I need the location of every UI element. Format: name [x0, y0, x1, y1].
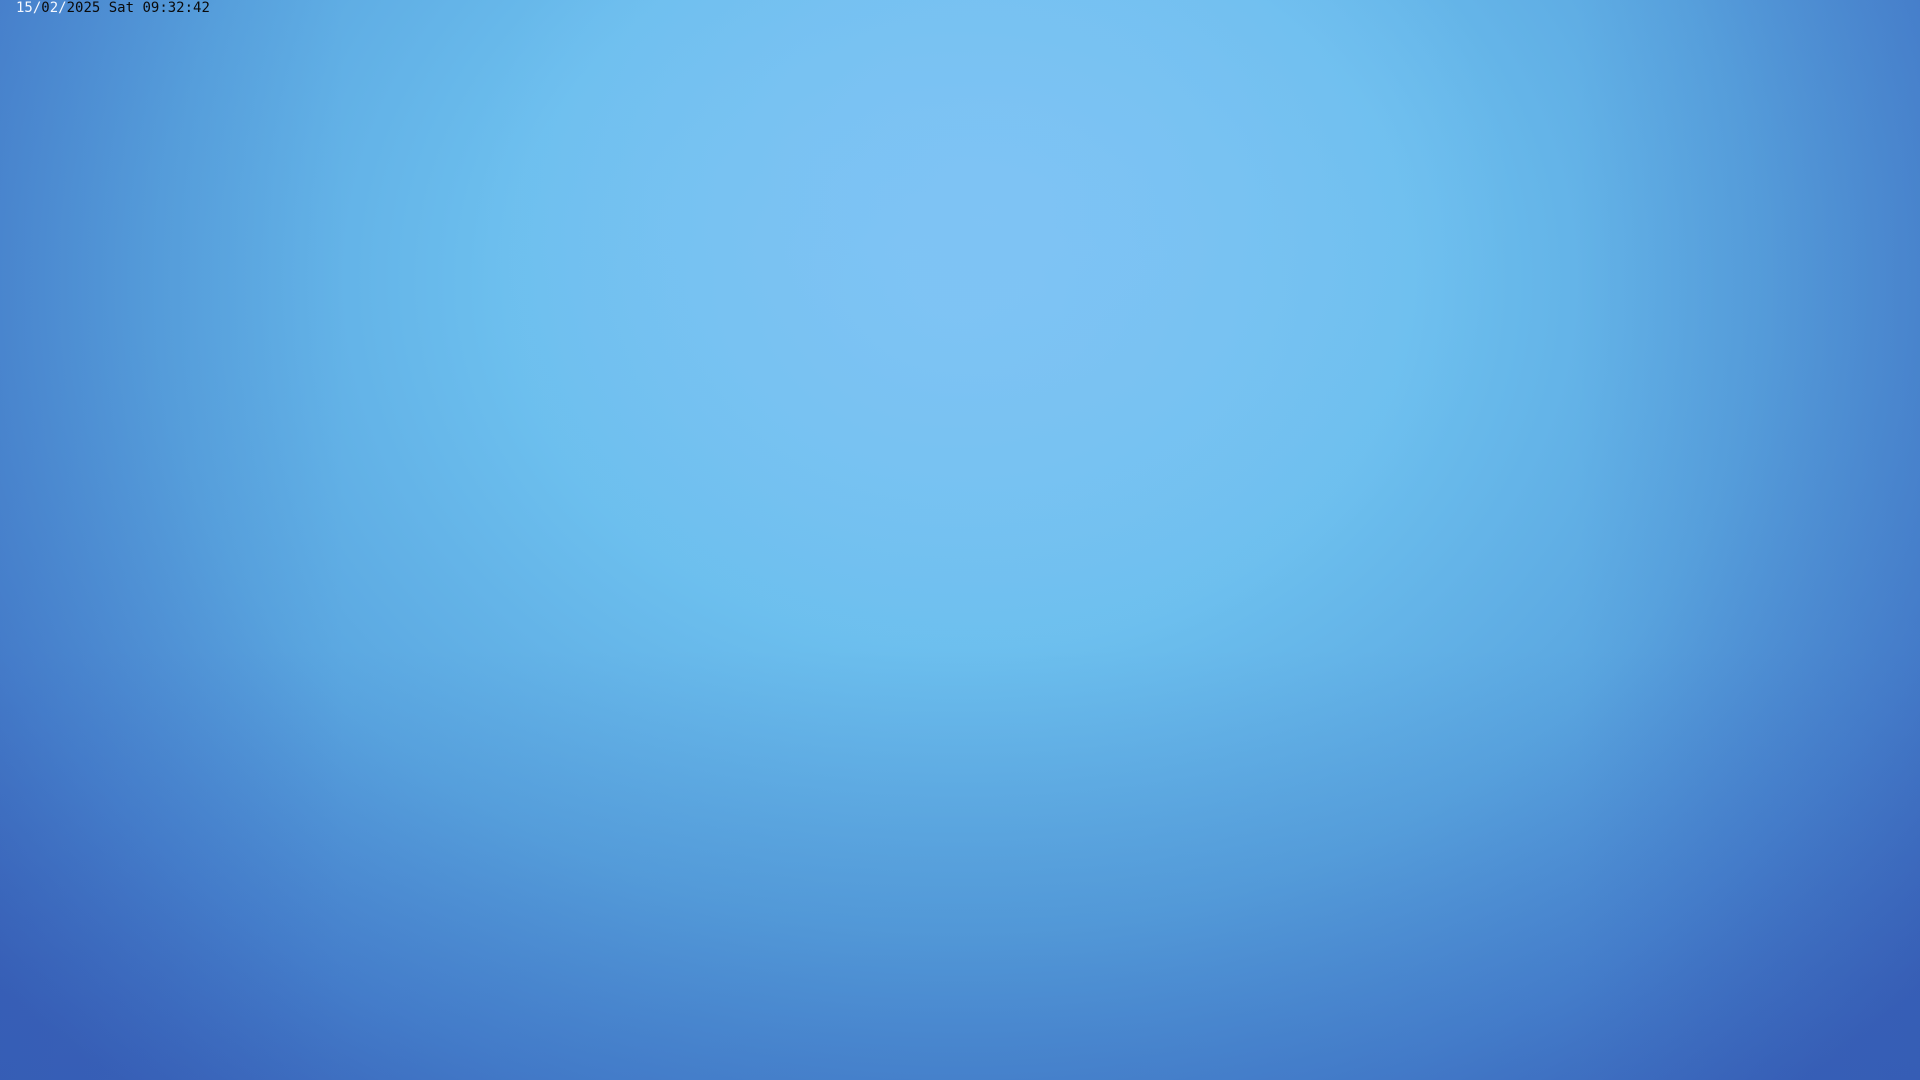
timestamp-day: 15 — [16, 0, 33, 16]
timestamp-year-day-time: 2025 Sat 09:32:42 — [66, 0, 210, 16]
lens-vignette — [0, 0, 1920, 1080]
camera-timestamp-overlay: 15/02/2025 Sat 09:32:42 — [16, 0, 210, 16]
timestamp-separator: / — [58, 0, 67, 16]
timestamp-month-ones: 2 — [49, 0, 59, 16]
timestamp-month-tens: 0 — [41, 0, 50, 16]
